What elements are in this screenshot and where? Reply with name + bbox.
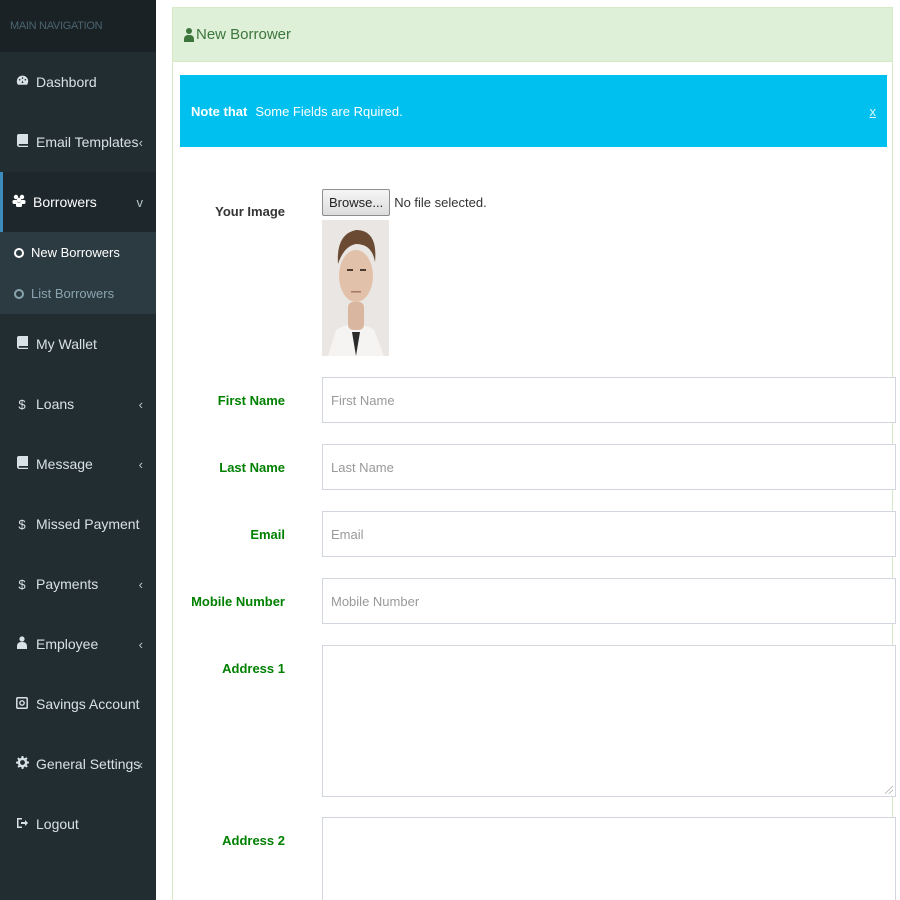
submenu-item-label: New Borrowers [31,245,120,260]
circle-icon [14,247,24,258]
sidebar-item-label: Payments [36,576,99,592]
user-icon [184,27,194,42]
sidebar-header: MAIN NAVIGATION [0,0,156,52]
dollar-icon: $ [18,396,26,412]
email-input[interactable]: Email [322,511,896,557]
chevron-left-icon: ‹ [138,456,143,472]
resize-grip-icon[interactable] [885,786,893,794]
last-name-label: Last Name [219,460,285,475]
image-label: Your Image [215,204,285,219]
book-icon [14,456,30,472]
chevron-left-icon: ‹ [138,396,143,412]
panel-header: New Borrower [173,8,892,62]
sidebar-item-missed-payment[interactable]: $ Missed Payment [0,494,156,554]
sidebar-item-my-wallet[interactable]: My Wallet [0,314,156,374]
mobile-number-label: Mobile Number [191,594,285,609]
sidebar-item-savings-account[interactable]: Savings Account [0,674,156,734]
sidebar-item-label: Loans [36,396,75,412]
address-1-label: Address 1 [222,661,285,676]
address-2-textarea[interactable] [322,817,896,900]
alert-message: Some Fields are Rquired. [255,103,403,119]
new-borrower-panel: New Borrower Note that Some Fields are R… [172,7,896,900]
alert-strong-text: Note that [191,103,248,119]
book-icon [14,336,30,352]
sidebar-item-email-templates[interactable]: Email Templates ‹ [0,112,156,172]
sidebar-item-general-settings[interactable]: General Settings ‹ [0,734,156,794]
chevron-down-icon: v [136,194,144,210]
address-1-textarea[interactable] [322,645,896,797]
no-file-text: No file selected. [394,195,487,210]
logout-icon [14,817,30,832]
gear-icon [14,756,30,772]
sidebar-item-label: My Wallet [36,336,97,352]
user-icon [14,636,30,652]
browse-button[interactable]: Browse... [322,189,391,216]
sidebar: MAIN NAVIGATION Dashbord Email Templates… [0,0,156,900]
sidebar-item-label: Savings Account [36,696,140,712]
chevron-left-icon: ‹ [138,576,143,592]
submenu-item-label: List Borrowers [31,286,115,301]
close-icon[interactable]: x [870,104,877,119]
chevron-left-icon: ‹ [138,756,143,772]
borrower-photo [322,220,389,356]
sidebar-item-label: Borrowers [33,194,97,210]
main-content: New Borrower Note that Some Fields are R… [156,0,900,900]
sidebar-item-label: Logout [36,816,79,832]
sidebar-item-loans[interactable]: $ Loans ‹ [0,374,156,434]
required-fields-alert: Note that Some Fields are Rquired. x [180,75,887,147]
mobile-number-input[interactable]: Mobile Number [322,578,896,624]
book-icon [14,134,30,150]
last-name-input[interactable]: Last Name [322,444,896,490]
safe-icon [14,696,30,712]
image-file-input[interactable]: Browse... No file selected. [322,189,487,216]
sidebar-item-label: Missed Payment [36,516,140,532]
sidebar-item-dashboard[interactable]: Dashbord [0,52,156,112]
circle-icon [14,288,24,299]
submenu-item-list-borrowers[interactable]: List Borrowers [0,273,156,314]
chevron-left-icon: ‹ [138,134,143,150]
dashboard-icon [14,74,30,90]
sidebar-item-label: Dashbord [36,74,97,90]
borrowers-submenu: New Borrowers List Borrowers [0,232,156,314]
dollar-icon: $ [18,576,26,592]
first-name-label: First Name [217,393,285,408]
chevron-left-icon: ‹ [138,636,143,652]
sidebar-item-message[interactable]: Message ‹ [0,434,156,494]
address-2-label: Address 2 [222,833,285,848]
sidebar-item-employee[interactable]: Employee ‹ [0,614,156,674]
panel-title: New Borrower [196,26,292,43]
sidebar-item-payments[interactable]: $ Payments ‹ [0,554,156,614]
email-label: Email [250,527,285,542]
users-icon [11,194,27,210]
submenu-item-new-borrowers[interactable]: New Borrowers [0,232,156,273]
first-name-input[interactable]: First Name [322,377,896,423]
sidebar-item-label: Employee [36,636,99,652]
sidebar-item-logout[interactable]: Logout [0,794,156,854]
sidebar-item-label: General Settings [36,756,141,772]
sidebar-item-borrowers[interactable]: Borrowers v [0,172,156,232]
sidebar-item-label: Email Templates [36,134,139,150]
dollar-icon: $ [18,516,26,532]
sidebar-item-label: Message [36,456,93,472]
